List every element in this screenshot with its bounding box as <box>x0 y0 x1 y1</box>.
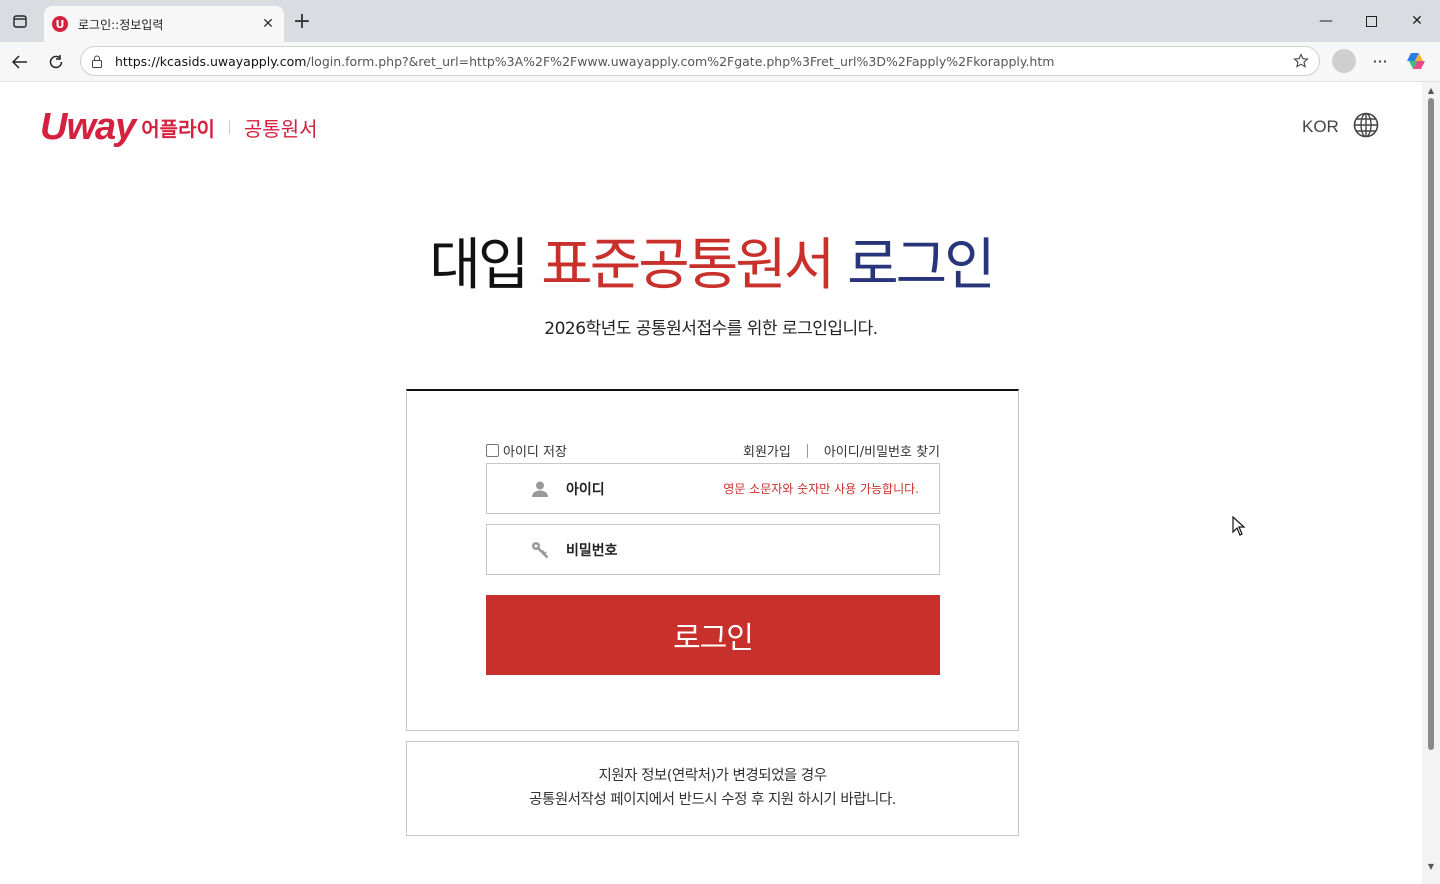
close-tab-icon[interactable]: ✕ <box>260 16 276 32</box>
password-field-label: 비밀번호 <box>566 542 618 559</box>
id-field-hint: 영문 소문자와 숫자만 사용 가능합니다. <box>723 482 919 496</box>
logo-sub-text: 공통원서 <box>243 116 318 141</box>
notice-box: 지원자 정보(연락처)가 변경되었을 경우 공통원서작성 페이지에서 반드시 수… <box>406 741 1019 836</box>
key-icon <box>531 541 551 561</box>
minimize-icon[interactable]: — <box>1314 10 1338 32</box>
signup-link[interactable]: 회원가입 <box>743 441 791 460</box>
title-part-3: 로그인 <box>847 233 996 298</box>
new-tab-button[interactable]: + <box>290 10 314 34</box>
more-options-icon[interactable]: ··· <box>1368 49 1392 73</box>
url-text: https://kcasids.uwayapply.com/login.form… <box>115 53 1055 69</box>
reload-icon[interactable] <box>44 50 68 74</box>
scroll-up-icon[interactable]: ▲ <box>1426 86 1436 96</box>
title-part-2: 표준공통원서 <box>541 233 848 298</box>
maximize-icon[interactable] <box>1359 10 1383 32</box>
copilot-icon[interactable] <box>1405 50 1429 74</box>
link-divider <box>806 443 808 458</box>
browser-toolbar: https://kcasids.uwayapply.com/login.form… <box>0 42 1440 82</box>
scrollbar-thumb[interactable] <box>1428 98 1434 750</box>
browser-tab[interactable]: U 로그인::정보입력 ✕ <box>44 6 284 42</box>
uway-favicon-icon: U <box>52 16 68 32</box>
scroll-down-icon[interactable]: ▼ <box>1426 862 1436 872</box>
language-label: KOR <box>1302 117 1339 136</box>
save-id-label: 아이디 저장 <box>503 445 567 460</box>
login-form: 아이디 저장 회원가입 아이디/비밀번호 찾기 아이디 영문 소문자와 숫자만 … <box>406 389 1019 731</box>
form-options-row: 아이디 저장 회원가입 아이디/비밀번호 찾기 <box>486 441 940 460</box>
tab-actions-icon[interactable] <box>8 10 32 32</box>
password-field[interactable]: 비밀번호 <box>486 524 940 575</box>
logo-uway-text: Uway <box>40 105 136 148</box>
favorite-star-icon[interactable] <box>1291 51 1311 71</box>
close-window-icon[interactable]: ✕ <box>1405 10 1429 32</box>
find-account-link[interactable]: 아이디/비밀번호 찾기 <box>824 441 940 460</box>
language-selector[interactable]: KOR <box>1302 112 1379 142</box>
mouse-cursor-icon <box>1232 516 1246 536</box>
back-icon[interactable] <box>8 50 32 74</box>
lock-icon[interactable] <box>91 54 105 68</box>
save-id-option[interactable]: 아이디 저장 <box>486 441 567 460</box>
notice-line-1: 지원자 정보(연락처)가 변경되었을 경우 <box>598 768 827 784</box>
page-title: 대입 표준공통원서 로그인 <box>0 220 1422 301</box>
tab-title: 로그인::정보입력 <box>78 17 164 32</box>
page-scrollbar[interactable]: ▲ ▼ <box>1422 82 1440 884</box>
id-field-label: 아이디 <box>566 481 605 498</box>
logo-divider <box>228 120 230 134</box>
id-field[interactable]: 아이디 영문 소문자와 숫자만 사용 가능합니다. <box>486 463 940 514</box>
user-icon <box>531 480 551 500</box>
browser-tab-bar: U 로그인::정보입력 ✕ + — ✕ <box>0 0 1440 42</box>
login-button[interactable]: 로그인 <box>486 595 940 675</box>
account-links: 회원가입 아이디/비밀번호 찾기 <box>743 441 940 460</box>
profile-avatar-icon[interactable] <box>1332 49 1356 73</box>
title-part-1: 대입 <box>429 233 542 298</box>
page-content: Uway 어플라이 공통원서 KOR 대입 표준공통원서 로그인 2026학년도… <box>0 82 1422 884</box>
notice-line-2: 공통원서작성 페이지에서 반드시 수정 후 지원 하시기 바랍니다. <box>529 792 896 808</box>
globe-icon[interactable] <box>1353 112 1379 142</box>
page-subtitle: 2026학년도 공통원서접수를 위한 로그인입니다. <box>544 319 878 339</box>
address-bar[interactable]: https://kcasids.uwayapply.com/login.form… <box>80 46 1320 76</box>
logo-apply-text: 어플라이 <box>141 116 215 141</box>
uway-logo[interactable]: Uway 어플라이 공통원서 <box>40 102 318 152</box>
save-id-checkbox[interactable] <box>486 444 499 457</box>
